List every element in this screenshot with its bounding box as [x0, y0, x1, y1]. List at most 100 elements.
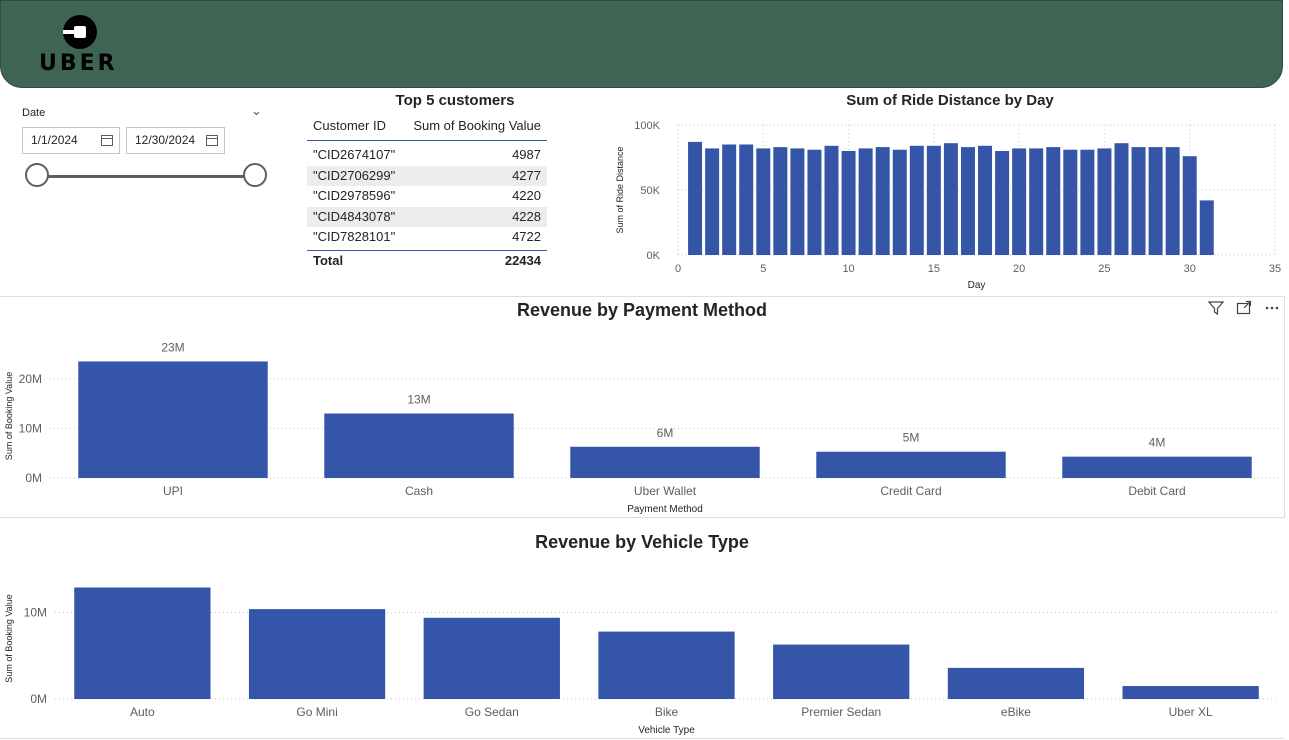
- total-value: 22434: [504, 252, 541, 268]
- bar: [1199, 200, 1214, 255]
- x-tick-label: 0: [675, 263, 681, 275]
- bar: [960, 147, 975, 255]
- bar: [570, 446, 760, 478]
- x-tick-label: Premier Sedan: [801, 705, 881, 719]
- data-label: 13M: [407, 393, 430, 407]
- bar: [423, 617, 560, 699]
- y-tick-label: 100K: [634, 120, 660, 132]
- bar: [947, 667, 1085, 699]
- x-tick-label: 5: [760, 263, 766, 275]
- bar: [756, 148, 771, 255]
- top-customers-table: Customer ID Sum of Booking Value "CID267…: [307, 116, 547, 271]
- y-axis-title: Sum of Ride Distance: [615, 146, 625, 233]
- bar: [1114, 143, 1129, 255]
- bar: [978, 145, 993, 255]
- ride-distance-chart-title: Sum of Ride Distance by Day: [846, 92, 1054, 109]
- bar: [324, 413, 514, 478]
- table-total-row: Total 22434: [307, 249, 547, 272]
- customer-id-cell: "CID2706299": [313, 167, 396, 183]
- table-row[interactable]: "CID2978596" 4220: [307, 186, 547, 207]
- column-header-customer-id[interactable]: Customer ID: [313, 116, 386, 136]
- bar: [1148, 147, 1163, 255]
- bar: [688, 141, 703, 255]
- customer-id-cell: "CID2978596": [313, 188, 396, 203]
- bar: [722, 144, 737, 255]
- filter-icon[interactable]: [1207, 300, 1225, 318]
- bar: [909, 145, 924, 255]
- visual-toolbar: [1205, 300, 1285, 320]
- customer-id-cell: "CID4843078": [313, 208, 396, 224]
- bar: [1012, 148, 1027, 255]
- bar: [773, 147, 788, 255]
- customer-id-cell: "CID2674107": [313, 147, 396, 162]
- bar: [1029, 148, 1044, 255]
- payment-method-chart[interactable]: 0M 10M 20M UPI 23M Cash 13M Uber Wallet 6M Credit…: [0, 325, 1284, 517]
- section-divider: [0, 517, 1285, 518]
- bar: [1182, 156, 1197, 255]
- start-date-input[interactable]: 1/1/2024: [22, 127, 120, 154]
- total-label: Total: [313, 252, 344, 268]
- section-divider: [0, 738, 1285, 739]
- table-row[interactable]: "CID7828101" 4722: [307, 227, 547, 248]
- data-label: 5M: [903, 431, 920, 445]
- x-tick-label: Debit Card: [1128, 484, 1185, 498]
- bar: [1122, 686, 1259, 699]
- bar: [1063, 149, 1078, 255]
- bar: [773, 644, 910, 699]
- x-tick-label: Uber Wallet: [634, 484, 697, 498]
- date-slicer-title: Date: [22, 107, 46, 119]
- bar: [248, 609, 386, 699]
- end-date-input[interactable]: 12/30/2024: [126, 127, 225, 154]
- bar: [841, 151, 856, 255]
- x-tick-label: Uber XL: [1169, 705, 1213, 719]
- bar: [816, 451, 1006, 478]
- y-axis-title: Sum of Booking Value: [4, 372, 14, 460]
- bar: [790, 148, 805, 255]
- uber-logo-text: UBER: [39, 51, 118, 76]
- date-range-slider-track[interactable]: [37, 175, 255, 178]
- table-row[interactable]: "CID2674107" 4987: [307, 145, 547, 166]
- bar: [1080, 149, 1095, 255]
- x-tick-label: 35: [1269, 263, 1281, 275]
- x-tick-label: Go Mini: [296, 705, 337, 719]
- y-tick-label: 50K: [640, 185, 660, 197]
- x-tick-label: 30: [1184, 263, 1196, 275]
- bar: [995, 151, 1010, 255]
- calendar-icon[interactable]: [206, 135, 218, 146]
- more-options-icon[interactable]: [1263, 300, 1281, 318]
- focus-mode-icon[interactable]: [1235, 300, 1253, 318]
- bar: [1097, 148, 1112, 255]
- x-tick-label: Auto: [130, 705, 155, 719]
- date-slider-end-handle[interactable]: [243, 163, 267, 187]
- booking-value-cell: 4220: [512, 188, 541, 203]
- chevron-down-icon[interactable]: ⌄: [251, 103, 262, 119]
- vehicle-type-chart[interactable]: 0M 10M Auto Go Mini Go Sedan Bike Premier Seda…: [0, 558, 1284, 740]
- customer-id-cell: "CID7828101": [313, 229, 396, 244]
- vehicle-chart-title: Revenue by Vehicle Type: [535, 532, 749, 552]
- top-customers-title: Top 5 customers: [395, 92, 515, 109]
- end-date-value: 12/30/2024: [135, 133, 196, 147]
- booking-value-cell: 4277: [512, 167, 541, 183]
- x-tick-label: 25: [1098, 263, 1110, 275]
- date-slider-start-handle[interactable]: [25, 163, 49, 187]
- table-row[interactable]: "CID2706299" 4277: [307, 165, 547, 186]
- booking-value-cell: 4228: [512, 208, 541, 224]
- table-header: Customer ID Sum of Booking Value: [307, 116, 547, 141]
- table-row[interactable]: "CID4843078" 4228: [307, 206, 547, 227]
- uber-logo-icon: [63, 15, 97, 49]
- data-label: 6M: [657, 426, 674, 440]
- column-header-booking-value[interactable]: Sum of Booking Value: [413, 116, 541, 136]
- section-divider: [0, 296, 1285, 297]
- bar: [858, 148, 873, 255]
- x-tick-label: Credit Card: [880, 484, 941, 498]
- x-tick-label: Go Sedan: [465, 705, 519, 719]
- x-tick-label: 15: [928, 263, 940, 275]
- bar: [892, 149, 907, 255]
- ride-distance-chart[interactable]: 0K 50K 100K 0 5 10 15 20 25 30 35 Day Sum of Ride Di…: [600, 110, 1289, 295]
- visual-border: [1284, 296, 1285, 518]
- y-axis-title: Sum of Booking Value: [4, 594, 14, 682]
- calendar-icon[interactable]: [101, 135, 113, 146]
- bar: [1046, 147, 1061, 255]
- bar: [807, 149, 822, 255]
- x-tick-label: UPI: [163, 484, 183, 498]
